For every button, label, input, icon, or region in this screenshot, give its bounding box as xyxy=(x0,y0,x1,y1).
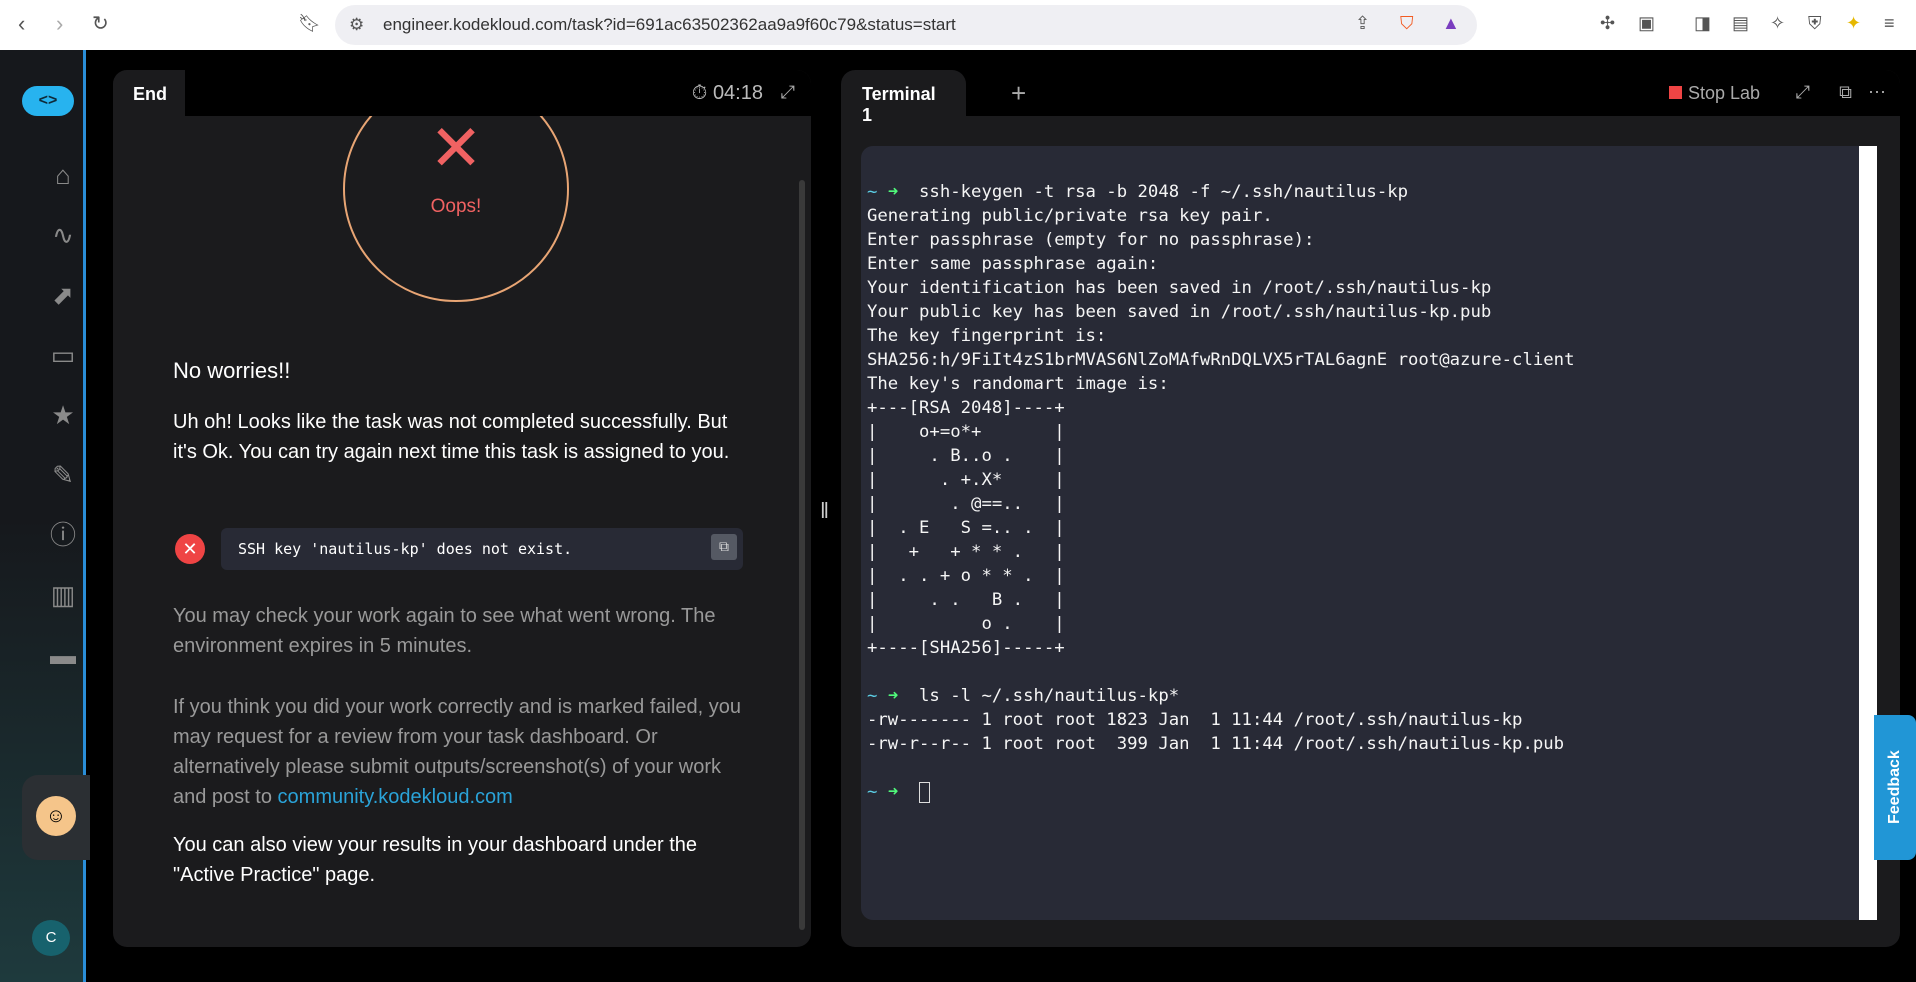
fail-x-icon: ✕ xyxy=(429,116,483,184)
prompt-tilde: ~ xyxy=(867,182,878,202)
scrollbar[interactable] xyxy=(799,180,805,930)
prompt-arrow: ➜ xyxy=(887,686,899,706)
wallet-icon[interactable]: ▤ xyxy=(1732,13,1749,34)
kodekloud-logo[interactable]: <> xyxy=(22,86,74,116)
bookmark-icon[interactable]: 🔖︎ xyxy=(298,13,321,34)
check-work-text: You may check your work again to see wha… xyxy=(173,605,716,657)
copy-icon[interactable]: ⧉ xyxy=(711,534,737,560)
stop-lab-label: Stop Lab xyxy=(1687,83,1760,103)
community-link[interactable]: community.kodekloud.com xyxy=(278,786,513,808)
profile-icon[interactable]: ✦ xyxy=(1846,13,1861,34)
prompt-tilde: ~ xyxy=(867,782,878,802)
task-result-panel: End ⏱ 04:18 ⤢ ✕ Oops! No worries!! Uh oh… xyxy=(113,70,811,947)
error-item: ✕ SSH key 'nautilus-kp' does not exist. … xyxy=(173,528,743,570)
command-1-output: Generating public/private rsa key pair. … xyxy=(867,206,1575,658)
reload-icon[interactable]: ↻ xyxy=(92,11,109,36)
address-bar[interactable]: ⚙ engineer.kodekloud.com/task?id=691ac63… xyxy=(335,5,1477,45)
leo-icon[interactable]: ✧ xyxy=(1770,13,1785,34)
progress-icon[interactable]: ⬈ xyxy=(48,280,78,310)
tab-terminal-1[interactable]: Terminal 1 xyxy=(841,70,966,125)
tab-end[interactable]: End xyxy=(113,70,185,116)
result-heading: No worries!! xyxy=(173,358,291,383)
book-icon[interactable]: ▥ xyxy=(48,580,78,610)
result-message: Uh oh! Looks like the task was not compl… xyxy=(173,411,730,463)
timer-value: 04:18 xyxy=(712,82,763,104)
brave-shield-icon[interactable]: ⛉ xyxy=(1400,13,1414,34)
error-message-box: SSH key 'nautilus-kp' does not exist. ⧉ xyxy=(221,528,743,570)
browser-toolbar: ‹ › ↻ 🔖︎ ⚙ engineer.kodekloud.com/task?i… xyxy=(0,0,1916,50)
error-icon: ✕ xyxy=(175,534,205,564)
url-text: engineer.kodekloud.com/task?id=691ac6350… xyxy=(383,15,956,34)
error-text: SSH key 'nautilus-kp' does not exist. xyxy=(238,540,573,558)
resize-handle[interactable]: ‖ xyxy=(820,498,829,524)
expand-icon[interactable]: ⤢ xyxy=(1796,82,1810,103)
user-profile[interactable]: ☺ xyxy=(22,775,92,860)
command-2-output: -rw------- 1 root root 1823 Jan 1 11:44 … xyxy=(867,710,1565,754)
add-terminal-icon[interactable]: + xyxy=(1011,78,1026,109)
result-label: Oops! xyxy=(430,196,482,217)
forward-icon[interactable]: › xyxy=(56,11,63,37)
brave-rewards-icon[interactable]: ▲ xyxy=(1442,13,1460,34)
sidebar-toggle-icon[interactable]: ◨ xyxy=(1694,13,1711,34)
timer: ⏱ 04:18 xyxy=(691,82,763,104)
terminal-cursor xyxy=(919,781,931,803)
site-settings-icon[interactable]: ⚙ xyxy=(349,15,364,35)
open-external-icon[interactable]: ⧉ xyxy=(1839,82,1852,103)
sidebar: <> ⌂ ∿ ⬈ ▭ ★ ✎ ⓘ ▥ ▬ ☺ C xyxy=(0,50,92,982)
path-icon[interactable]: ∿ xyxy=(48,220,78,250)
review-text: If you think you did your work correctly… xyxy=(173,692,743,812)
back-icon[interactable]: ‹ xyxy=(18,11,25,37)
prompt-arrow: ➜ xyxy=(887,782,899,802)
result-circle: ✕ Oops! xyxy=(343,116,569,302)
share-icon[interactable]: ⇪ xyxy=(1355,13,1370,34)
stop-icon xyxy=(1668,86,1682,99)
prompt-tilde: ~ xyxy=(867,686,878,706)
chat-icon[interactable]: ▬ xyxy=(48,640,78,670)
calendar-icon[interactable]: ▭ xyxy=(48,340,78,370)
terminal-panel: Terminal 1 + Stop Lab ⤢ ⧉ ⋯ ~ ➜ ssh-keyg… xyxy=(841,70,1900,947)
expand-icon[interactable]: ⤢ xyxy=(781,82,795,103)
info-icon[interactable]: ⓘ xyxy=(48,520,78,550)
user-initial-badge[interactable]: C xyxy=(32,920,70,956)
dashboard-text: You can also view your results in your d… xyxy=(173,834,698,886)
avatar: ☺ xyxy=(36,796,76,836)
command-1: ssh-keygen -t rsa -b 2048 -f ~/.ssh/naut… xyxy=(919,182,1409,202)
prompt-arrow: ➜ xyxy=(887,182,899,202)
more-icon[interactable]: ⋯ xyxy=(1868,82,1886,103)
reader-icon[interactable]: ▣ xyxy=(1638,13,1655,34)
leaderboard-icon[interactable]: ★ xyxy=(48,400,78,430)
menu-icon[interactable]: ≡ xyxy=(1884,13,1895,34)
command-2: ls -l ~/.ssh/nautilus-kp* xyxy=(919,686,1180,706)
home-icon[interactable]: ⌂ xyxy=(48,160,78,190)
feedback-button[interactable]: Feedback xyxy=(1874,715,1916,860)
terminal-output[interactable]: ~ ➜ ssh-keygen -t rsa -b 2048 -f ~/.ssh/… xyxy=(861,146,1877,920)
extensions-icon[interactable]: ✣ xyxy=(1600,13,1615,34)
vpn-icon[interactable]: ⛨ xyxy=(1808,13,1822,34)
feedback-write-icon[interactable]: ✎ xyxy=(48,460,78,490)
stop-lab-button[interactable]: Stop Lab xyxy=(1668,83,1760,104)
